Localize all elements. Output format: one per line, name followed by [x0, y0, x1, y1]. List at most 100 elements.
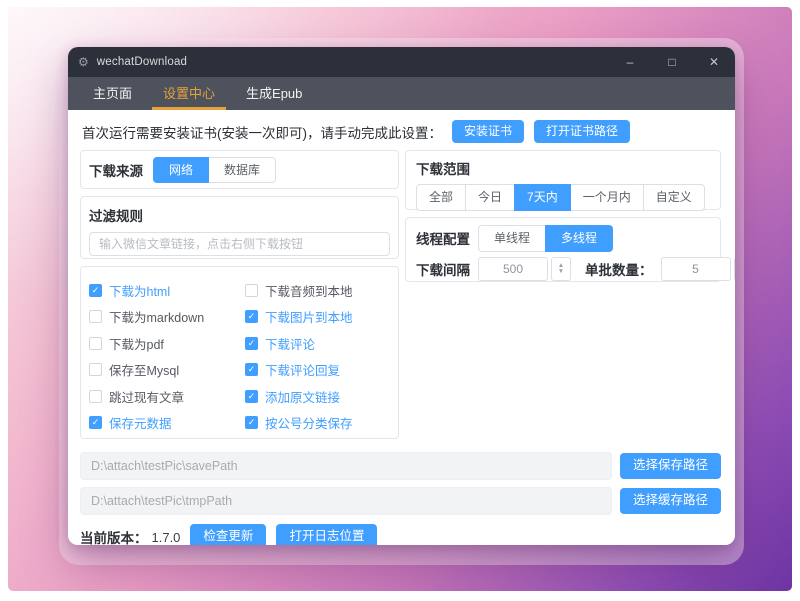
- tab-generate-epub[interactable]: 生成Epub: [235, 77, 313, 110]
- checkbox-label: 下载评论回复: [265, 360, 340, 379]
- tab-settings-center[interactable]: 设置中心: [152, 77, 226, 110]
- thread-option-single[interactable]: 单线程: [478, 225, 546, 251]
- tab-main-page[interactable]: 主页面: [82, 77, 143, 110]
- download-range-box: 下载范围 全部 今日 7天内 一个月内 自定义: [405, 150, 721, 210]
- checkbox-download-comments[interactable]: ✓ 下载评论: [245, 334, 390, 353]
- check-update-button[interactable]: 检查更新: [190, 524, 266, 545]
- download-interval-label: 下载间隔: [416, 259, 470, 279]
- checkbox-box-icon: [89, 363, 102, 376]
- choose-save-path-button[interactable]: 选择保存路径: [620, 453, 721, 479]
- checkbox-label: 下载为pdf: [109, 334, 164, 353]
- checkbox-download-html[interactable]: ✓ 下载为html: [89, 281, 239, 300]
- checkbox-save-by-account[interactable]: ✓ 按公号分类保存: [245, 413, 390, 432]
- checkbox-download-audio[interactable]: 下载音频到本地: [245, 281, 390, 300]
- checkbox-checked-icon: ✓: [245, 416, 258, 429]
- stepper-arrows[interactable]: ▲ ▼: [734, 257, 736, 281]
- download-source-toggle: 网络 数据库: [153, 157, 276, 183]
- checkbox-checked-icon: ✓: [245, 363, 258, 376]
- current-version-label: 当前版本：: [80, 527, 148, 545]
- open-cert-path-button[interactable]: 打开证书路径: [534, 120, 630, 143]
- settings-content: 首次运行需要安装证书(安装一次即可)，请手动完成此设置： 安装证书 打开证书路径…: [68, 110, 735, 545]
- checkbox-checked-icon: ✓: [89, 284, 102, 297]
- checkbox-checked-icon: ✓: [245, 310, 258, 323]
- range-option-all[interactable]: 全部: [416, 184, 466, 210]
- checkbox-checked-icon: ✓: [245, 390, 258, 403]
- stepper-down-icon[interactable]: ▼: [558, 269, 564, 275]
- download-interval-stepper: ▲ ▼: [478, 257, 571, 281]
- checkbox-download-images[interactable]: ✓ 下载图片到本地: [245, 307, 390, 326]
- checkbox-box-icon: [89, 337, 102, 350]
- download-range-title: 下载范围: [416, 158, 710, 178]
- tmp-path-input[interactable]: [80, 487, 612, 515]
- download-range-toggle: 全部 今日 7天内 一个月内 自定义: [416, 184, 705, 210]
- checkbox-checked-icon: ✓: [89, 416, 102, 429]
- checkbox-label: 跳过现有文章: [109, 387, 184, 406]
- settings-columns: 下载来源 网络 数据库 过滤规则 ✓ 下载为html: [80, 150, 721, 439]
- article-link-input[interactable]: [89, 232, 390, 256]
- app-window: ⚙ wechatDownload – □ ✕ 主页面 设置中心 生成Epub 首…: [68, 47, 735, 545]
- checkbox-checked-icon: ✓: [245, 337, 258, 350]
- titlebar: ⚙ wechatDownload – □ ✕: [68, 47, 735, 77]
- choose-tmp-path-button[interactable]: 选择缓存路径: [620, 488, 721, 514]
- download-source-label: 下载来源: [89, 160, 143, 180]
- checkbox-box-icon: [245, 284, 258, 297]
- wallpaper: ⚙ wechatDownload – □ ✕ 主页面 设置中心 生成Epub 首…: [8, 7, 792, 591]
- certificate-hint-text: 首次运行需要安装证书(安装一次即可)，请手动完成此设置：: [82, 122, 442, 142]
- install-cert-button[interactable]: 安装证书: [452, 120, 524, 143]
- checkbox-label: 下载为html: [109, 281, 170, 300]
- checkbox-label: 下载为markdown: [109, 307, 204, 326]
- open-log-button[interactable]: 打开日志位置: [276, 524, 377, 545]
- checkbox-download-comment-replies[interactable]: ✓ 下载评论回复: [245, 360, 390, 379]
- app-icon: ⚙: [78, 56, 89, 68]
- checkbox-label: 下载音频到本地: [265, 281, 353, 300]
- checkbox-box-icon: [89, 390, 102, 403]
- version-row: 当前版本： 1.7.0 检查更新 打开日志位置: [80, 524, 721, 545]
- thread-mode-row: 线程配置 单线程 多线程: [416, 225, 710, 251]
- checkbox-add-source-link[interactable]: ✓ 添加原文链接: [245, 387, 390, 406]
- thread-mode-toggle: 单线程 多线程: [478, 225, 613, 251]
- checkbox-label: 下载评论: [265, 334, 315, 353]
- checkbox-label: 保存至Mysql: [109, 360, 179, 379]
- range-option-1month[interactable]: 一个月内: [570, 184, 644, 210]
- download-interval-input[interactable]: [478, 257, 548, 281]
- window-title: wechatDownload: [97, 56, 187, 68]
- right-column: 下载范围 全部 今日 7天内 一个月内 自定义 线程配置: [405, 150, 721, 282]
- checkbox-box-icon: [89, 310, 102, 323]
- checkbox-save-mysql[interactable]: 保存至Mysql: [89, 360, 239, 379]
- window-controls: – □ ✕: [609, 47, 735, 77]
- checkbox-label: 按公号分类保存: [265, 413, 353, 432]
- thread-config-label: 线程配置: [416, 228, 470, 248]
- checkbox-skip-existing[interactable]: 跳过现有文章: [89, 387, 239, 406]
- tmp-path-row: 选择缓存路径: [80, 487, 721, 515]
- batch-size-label: 单批数量：: [585, 259, 653, 279]
- thread-config-box: 线程配置 单线程 多线程 下载间隔 ▲: [405, 217, 721, 282]
- download-source-box: 下载来源 网络 数据库: [80, 150, 399, 189]
- filter-rules-box: 过滤规则: [80, 196, 399, 259]
- batch-size-input[interactable]: [661, 257, 731, 281]
- thread-option-multi[interactable]: 多线程: [545, 225, 613, 251]
- source-option-network[interactable]: 网络: [153, 157, 209, 183]
- left-column: 下载来源 网络 数据库 过滤规则 ✓ 下载为html: [80, 150, 399, 439]
- filter-rules-title: 过滤规则: [89, 205, 390, 225]
- range-option-today[interactable]: 今日: [465, 184, 515, 210]
- checkbox-label: 保存元数据: [109, 413, 172, 432]
- checkbox-save-metadata[interactable]: ✓ 保存元数据: [89, 413, 239, 432]
- close-button[interactable]: ✕: [693, 47, 735, 77]
- certificate-row: 首次运行需要安装证书(安装一次即可)，请手动完成此设置： 安装证书 打开证书路径: [82, 120, 721, 143]
- checkbox-download-markdown[interactable]: 下载为markdown: [89, 307, 239, 326]
- path-settings: 选择保存路径 选择缓存路径: [80, 452, 721, 515]
- range-option-7days[interactable]: 7天内: [514, 184, 571, 210]
- maximize-button[interactable]: □: [651, 47, 693, 77]
- range-option-custom[interactable]: 自定义: [643, 184, 705, 210]
- checkbox-label: 下载图片到本地: [265, 307, 353, 326]
- minimize-button[interactable]: –: [609, 47, 651, 77]
- current-version-value: 1.7.0: [152, 530, 181, 545]
- save-path-input[interactable]: [80, 452, 612, 480]
- stepper-arrows[interactable]: ▲ ▼: [551, 257, 571, 281]
- thread-numbers-row: 下载间隔 ▲ ▼ 单批数量：: [416, 257, 710, 281]
- checkbox-download-pdf[interactable]: 下载为pdf: [89, 334, 239, 353]
- batch-size-stepper: ▲ ▼: [661, 257, 736, 281]
- source-option-database[interactable]: 数据库: [208, 157, 276, 183]
- tab-bar: 主页面 设置中心 生成Epub: [68, 77, 735, 110]
- download-options-box: ✓ 下载为html 下载音频到本地 下载为markdown ✓: [80, 266, 399, 439]
